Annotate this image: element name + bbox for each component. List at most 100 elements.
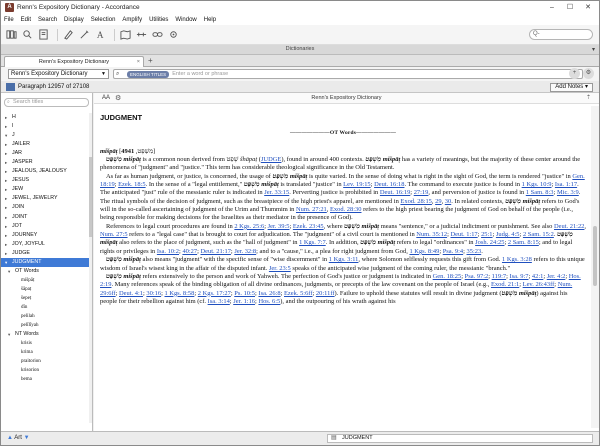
- list-icon[interactable]: [6, 82, 15, 91]
- status-location: ▤ JUDGMENT: [327, 434, 593, 443]
- menu-window[interactable]: Window: [175, 17, 196, 23]
- location-icon: ▤: [331, 435, 337, 441]
- tab-label: Renn's Expository Dictionary: [38, 59, 110, 65]
- disclosure-triangle-icon[interactable]: ▸: [5, 194, 7, 203]
- zone-title: Dictionaries: [285, 46, 315, 52]
- tree-item[interactable]: praitorion: [1, 357, 89, 366]
- status-art[interactable]: ▲ Art ▼: [7, 435, 30, 441]
- minimize-button[interactable]: –: [543, 1, 561, 14]
- disclosure-triangle-icon[interactable]: ▸: [5, 140, 7, 149]
- module-selector[interactable]: Renn's Expository Dictionary ▼: [8, 69, 109, 79]
- library-icon[interactable]: [5, 29, 17, 41]
- disclosure-triangle-icon[interactable]: ▸: [5, 113, 7, 122]
- search-titles-input[interactable]: ⌕ Search titles: [4, 98, 89, 107]
- tree-item[interactable]: ▸ JOURNEY: [1, 231, 89, 240]
- disclosure-triangle-icon[interactable]: ▸: [5, 167, 7, 176]
- tree-item[interactable]: ▸ JAR: [1, 149, 89, 158]
- menu-amplify[interactable]: Amplify: [122, 17, 142, 23]
- sidebar-scroll-thumb[interactable]: [89, 157, 92, 237]
- link-icon[interactable]: [151, 29, 163, 41]
- tree-item[interactable]: ▾ NT Words: [1, 330, 89, 339]
- menu-edit[interactable]: Edit: [21, 17, 31, 23]
- tree-item[interactable]: ▸ JUDGE: [1, 249, 89, 258]
- tree-item[interactable]: ▾ J: [1, 131, 89, 140]
- gear-icon[interactable]: [167, 29, 179, 41]
- disclosure-triangle-icon[interactable]: ▸: [5, 149, 7, 158]
- article-scroll-thumb[interactable]: [593, 226, 597, 286]
- disclosure-triangle-icon[interactable]: ▾: [8, 330, 10, 339]
- search-icon[interactable]: [21, 29, 33, 41]
- tree-item[interactable]: ▸ JOIN: [1, 203, 89, 212]
- menu-display[interactable]: Display: [64, 17, 84, 23]
- disclosure-triangle-icon[interactable]: ▸: [5, 240, 7, 249]
- tree-item-label: pelîlîyah: [21, 323, 39, 329]
- search-field[interactable]: ⌕ ENGLISH TITLES Enter a word or phrase: [113, 69, 583, 79]
- tree-item[interactable]: ▸ I: [1, 122, 89, 131]
- tree-item-label: šepeṭ: [21, 295, 32, 301]
- disclosure-triangle-icon[interactable]: ▸: [5, 213, 7, 222]
- tree-item[interactable]: mišpāṭ: [1, 276, 89, 285]
- disclosure-triangle-icon[interactable]: ▸: [5, 122, 7, 131]
- pane-options-icon[interactable]: ⚙: [583, 68, 594, 79]
- sidebar-scrollbar[interactable]: [89, 113, 92, 423]
- disclosure-triangle-icon[interactable]: ▸: [5, 158, 7, 167]
- paragraph-bar: Paragraph 12957 of 27108: [1, 81, 599, 93]
- menu-search[interactable]: Search: [38, 17, 57, 23]
- tree-item[interactable]: krisorion: [1, 366, 89, 375]
- tab-renns-dictionary[interactable]: Renn's Expository Dictionary ×: [4, 56, 144, 67]
- tree-item[interactable]: ▸ JEALOUS, JEALOUSY: [1, 167, 89, 176]
- tree-item[interactable]: ▸ JOY, JOYFUL: [1, 240, 89, 249]
- tree-item-label: JOIN: [12, 204, 25, 211]
- field-pill[interactable]: ENGLISH TITLES: [127, 70, 170, 78]
- close-tab-icon[interactable]: ×: [137, 57, 140, 67]
- tree-item[interactable]: bema: [1, 375, 89, 384]
- maximize-button[interactable]: ☐: [561, 1, 579, 14]
- tree-item[interactable]: ▸ H: [1, 113, 89, 122]
- tree-item[interactable]: krisis: [1, 339, 89, 348]
- menu-file[interactable]: File: [4, 17, 14, 23]
- tree-item-label: JOY, JOYFUL: [12, 240, 45, 247]
- tree-item-label: šāpaṭ: [21, 286, 32, 292]
- tree-item[interactable]: ▸ JEWEL, JEWELRY: [1, 194, 89, 203]
- map-icon[interactable]: [119, 29, 131, 41]
- global-search-input[interactable]: Q-: [529, 29, 593, 40]
- disclosure-triangle-icon[interactable]: ▾: [8, 267, 10, 276]
- tree-item[interactable]: dîn: [1, 303, 89, 312]
- tree-item[interactable]: ▸ JOINT: [1, 213, 89, 222]
- menu-selection[interactable]: Selection: [91, 17, 116, 23]
- disclosure-triangle-icon[interactable]: ▾: [5, 131, 7, 140]
- add-pane-icon[interactable]: +: [569, 68, 580, 79]
- tree-item[interactable]: pelîlîyah: [1, 321, 89, 330]
- article-scrollbar[interactable]: [591, 106, 599, 428]
- menu-help[interactable]: Help: [204, 17, 216, 23]
- tree-item[interactable]: ▸ JESUS: [1, 176, 89, 185]
- close-window-button[interactable]: ✕: [579, 1, 597, 14]
- tree-item[interactable]: ▸ JAILER: [1, 140, 89, 149]
- disclosure-triangle-icon[interactable]: ▾: [5, 258, 7, 267]
- add-notes-button[interactable]: Add Notes ▾: [550, 83, 593, 92]
- menu-utilities[interactable]: Utilities: [149, 17, 168, 23]
- text-icon[interactable]: A: [94, 29, 106, 41]
- tree-item[interactable]: šepeṭ: [1, 294, 89, 303]
- disclosure-triangle-icon[interactable]: ▸: [5, 249, 7, 258]
- tree-item[interactable]: ▸ JEW: [1, 185, 89, 194]
- tree-item[interactable]: ▾ OT Words: [1, 267, 89, 276]
- disclosure-triangle-icon[interactable]: ▸: [5, 203, 7, 212]
- sync-icon[interactable]: ⇡: [586, 94, 591, 101]
- disclosure-triangle-icon[interactable]: ▸: [5, 176, 7, 185]
- disclosure-triangle-icon[interactable]: ▸: [5, 231, 7, 240]
- timeline-icon[interactable]: [135, 29, 147, 41]
- new-tab-button[interactable]: +: [148, 56, 153, 66]
- tree-item[interactable]: krima: [1, 348, 89, 357]
- zone-menu-icon[interactable]: ▾: [592, 46, 595, 53]
- tree-item[interactable]: pelilah: [1, 312, 89, 321]
- tree-item[interactable]: ▾ JUDGMENT: [1, 257, 89, 267]
- tree-item[interactable]: ▸ JASPER: [1, 158, 89, 167]
- notes-icon[interactable]: [37, 29, 49, 41]
- highlight-icon[interactable]: [62, 29, 74, 41]
- disclosure-triangle-icon[interactable]: ▸: [5, 185, 7, 194]
- tree-item[interactable]: šāpaṭ: [1, 285, 89, 294]
- pen-icon[interactable]: [78, 29, 90, 41]
- disclosure-triangle-icon[interactable]: ▸: [5, 222, 7, 231]
- tree-item[interactable]: ▸ JOT: [1, 222, 89, 231]
